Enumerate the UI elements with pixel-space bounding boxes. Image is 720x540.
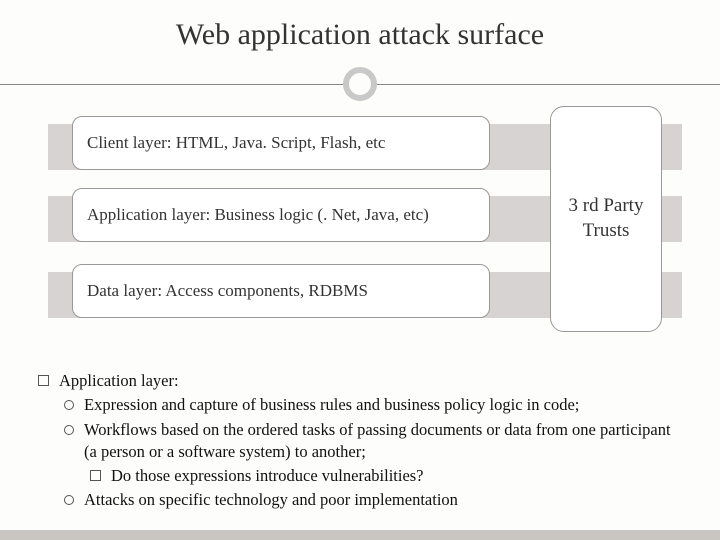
bullet-sub2a: Do those expressions introduce vulnerabi… (111, 465, 424, 487)
slide: Web application attack surface Client la… (0, 0, 720, 540)
data-layer-box: Data layer: Access components, RDBMS (72, 264, 490, 318)
bullet-heading: Application layer: (59, 370, 179, 392)
list-item: Attacks on specific technology and poor … (38, 489, 676, 511)
application-layer-text: Application layer: Business logic (. Net… (87, 205, 429, 225)
slide-title: Web application attack surface (0, 18, 720, 52)
divider (0, 66, 720, 102)
client-layer-text: Client layer: HTML, Java. Script, Flash,… (87, 133, 385, 153)
data-layer-text: Data layer: Access components, RDBMS (87, 281, 368, 301)
client-layer-box: Client layer: HTML, Java. Script, Flash,… (72, 116, 490, 170)
trust-box-text: 3 rd Party Trusts (551, 194, 661, 243)
square-bullet-icon (90, 470, 101, 481)
bullet-sub2: Workflows based on the ordered tasks of … (84, 419, 676, 464)
footer-accent-bar (0, 530, 720, 540)
list-item: Do those expressions introduce vulnerabi… (38, 465, 676, 487)
square-bullet-icon (38, 375, 49, 386)
bullet-content: Application layer: Expression and captur… (0, 370, 720, 512)
list-item: Expression and capture of business rules… (38, 394, 676, 416)
layer-diagram: Client layer: HTML, Java. Script, Flash,… (0, 120, 720, 360)
third-party-trusts-box: 3 rd Party Trusts (550, 106, 662, 332)
divider-circle-icon (343, 67, 377, 101)
application-layer-box: Application layer: Business logic (. Net… (72, 188, 490, 242)
list-item: Workflows based on the ordered tasks of … (38, 419, 676, 464)
bullet-sub1: Expression and capture of business rules… (84, 394, 579, 416)
circle-bullet-icon (64, 400, 74, 410)
circle-bullet-icon (64, 495, 74, 505)
bullet-sub3: Attacks on specific technology and poor … (84, 489, 458, 511)
list-item: Application layer: (38, 370, 676, 392)
circle-bullet-icon (64, 425, 74, 435)
